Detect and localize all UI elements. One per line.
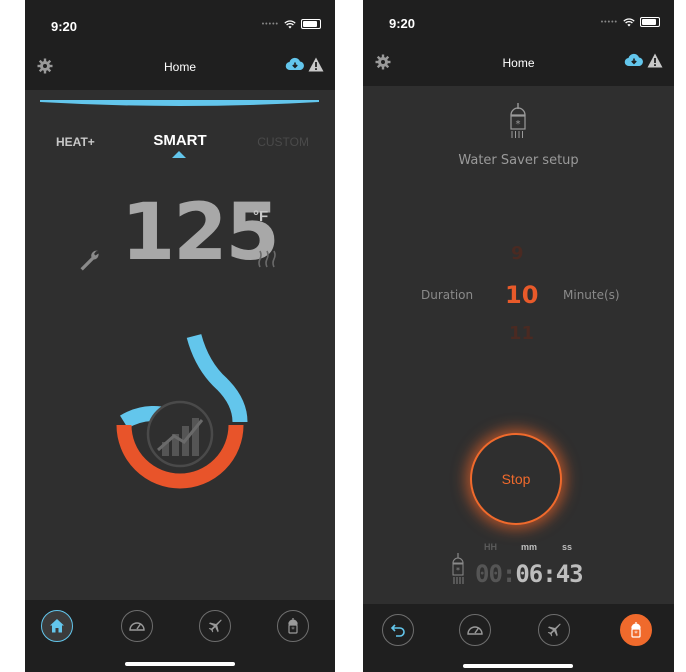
stop-button[interactable]: Stop <box>470 433 562 525</box>
shower-icon: * <box>631 622 641 638</box>
tab-shower[interactable]: * <box>620 614 652 646</box>
smart-mode-screen: 9:20 ••••• Home HEAT+ SMART CUSTOM 125 °… <box>25 0 335 672</box>
tab-gauge[interactable] <box>459 614 491 646</box>
tab-shower[interactable]: * <box>277 610 309 642</box>
shower-icon: * <box>452 553 464 584</box>
status-time: 9:20 <box>51 19 78 34</box>
wifi-icon <box>284 19 296 28</box>
picker-option-next[interactable]: 11 <box>509 323 534 344</box>
timer-colon: : <box>501 560 516 588</box>
shower-icon: * <box>510 103 526 138</box>
timer-display: 00:06:43 <box>475 560 584 588</box>
tab-custom[interactable]: CUSTOM <box>257 135 309 149</box>
mode-tabs: HEAT+ SMART CUSTOM <box>25 130 335 160</box>
timer-ss-label: ss <box>562 542 573 552</box>
svg-text:*: * <box>291 626 295 634</box>
warning-icon[interactable] <box>647 53 663 68</box>
home-indicator[interactable] <box>463 664 573 668</box>
setup-title: Water Saver setup <box>458 153 579 168</box>
temperature-unit: °F <box>253 208 269 225</box>
home-icon <box>50 619 64 633</box>
heat-waves-icon <box>258 250 276 268</box>
status-bar: 9:20 ••••• <box>363 0 674 36</box>
timer-hh-label: HH <box>484 542 497 552</box>
timer-hours: 00 <box>475 560 503 588</box>
tab-home[interactable] <box>41 610 73 642</box>
svg-text:*: * <box>456 566 460 575</box>
duration-label: Duration <box>421 288 474 302</box>
status-icons: ••••• <box>262 19 321 29</box>
nav-bar: Home <box>25 40 335 90</box>
signal-icon: ••••• <box>600 18 618 26</box>
battery-icon <box>640 17 660 27</box>
mode-indicator-bar <box>40 100 319 106</box>
wifi-icon <box>623 17 635 26</box>
jet-icon <box>208 619 222 633</box>
picker-option-prev[interactable]: 9 <box>511 243 524 264</box>
status-time: 9:20 <box>389 16 416 31</box>
status-icons: ••••• <box>601 17 660 27</box>
tab-bar: * <box>363 604 674 672</box>
tab-jet[interactable] <box>538 614 570 646</box>
temperature-value: 125 <box>121 188 280 278</box>
gauge-icon <box>467 626 483 635</box>
timer-mm-label: mm <box>521 542 538 552</box>
jet-icon <box>547 623 561 637</box>
cloud-download-icon[interactable] <box>285 56 305 72</box>
shower-icon: * <box>288 618 298 634</box>
minutes-label: Minute(s) <box>563 288 620 302</box>
cloud-download-icon[interactable] <box>624 52 644 68</box>
svg-text:*: * <box>634 630 638 638</box>
energy-drop-gauge <box>116 333 248 489</box>
picker-option-selected[interactable]: 10 <box>505 281 538 309</box>
selected-mode-caret <box>172 151 186 158</box>
wrench-icon[interactable] <box>78 249 100 271</box>
gauge-icon <box>129 622 145 631</box>
tab-back[interactable] <box>382 614 414 646</box>
tab-gauge[interactable] <box>121 610 153 642</box>
back-icon <box>390 624 405 637</box>
home-indicator[interactable] <box>125 662 235 666</box>
battery-icon <box>301 19 321 29</box>
warning-icon[interactable] <box>308 57 324 72</box>
timer-minutes-seconds: 06:43 <box>515 560 583 588</box>
nav-bar: Home <box>363 36 674 86</box>
svg-text:*: * <box>516 119 521 130</box>
signal-icon: ••••• <box>261 20 279 28</box>
water-saver-screen: 9:20 ••••• Home * Water Saver setup 9 10… <box>363 0 674 672</box>
tab-jet[interactable] <box>199 610 231 642</box>
status-bar: 9:20 ••••• <box>25 0 335 40</box>
